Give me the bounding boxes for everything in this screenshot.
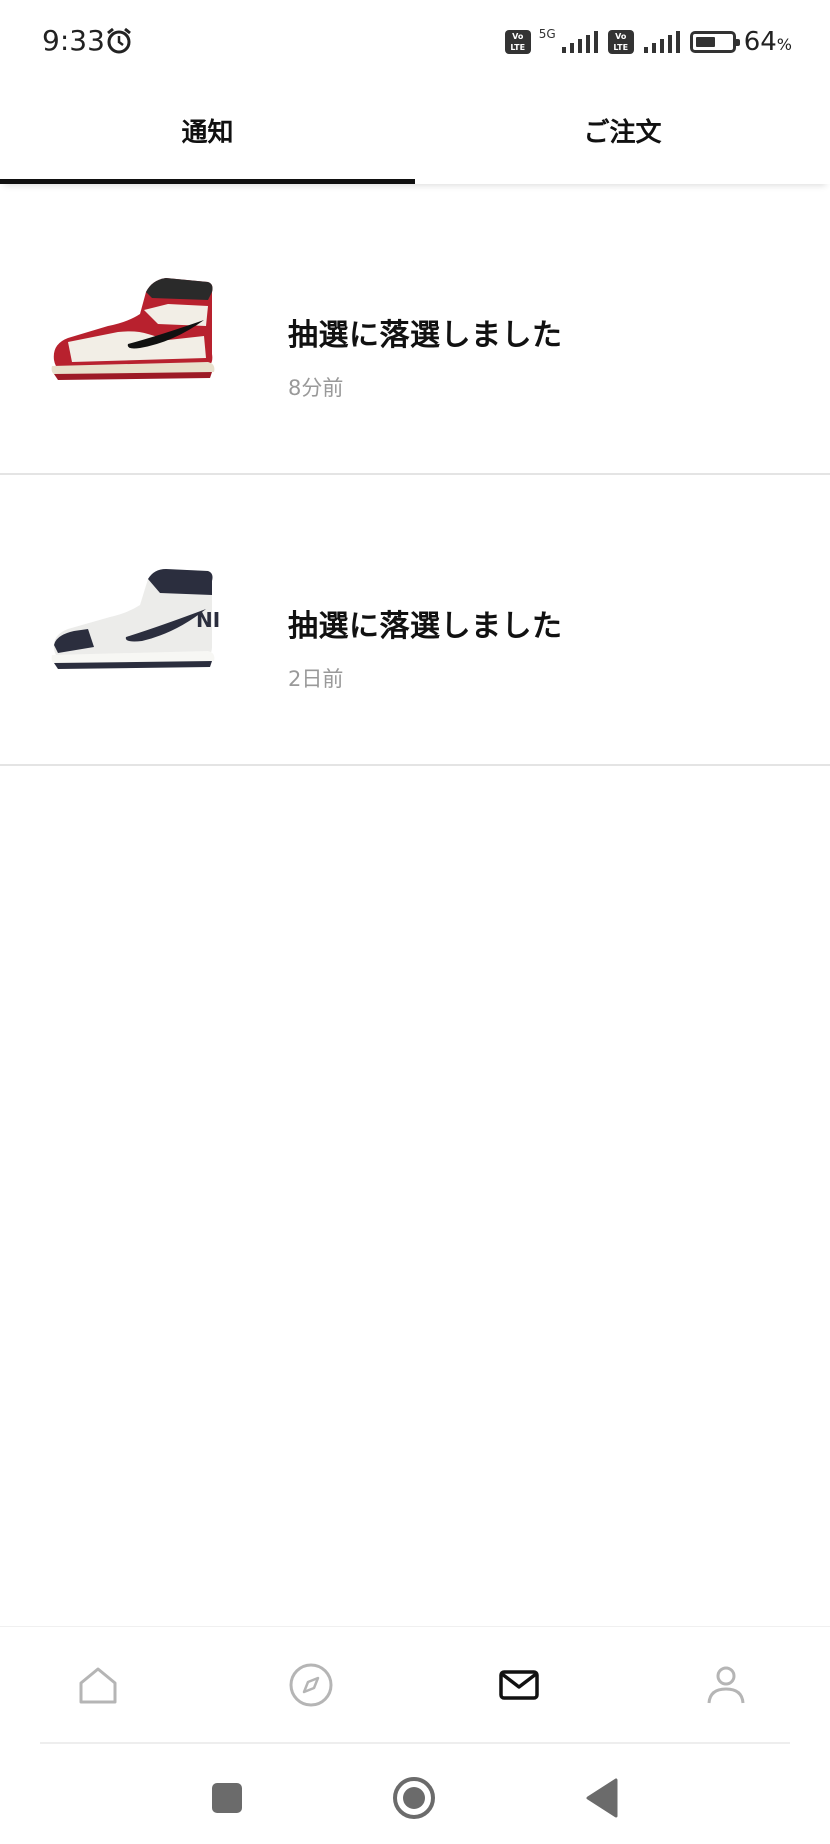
notification-time: 2日前 [288,667,344,691]
status-icons: Vo LTE 5G Vo LTE 64% [504,24,792,60]
signal-icon [561,31,598,53]
notification-title: 抽選に落選しました [288,609,563,644]
recents-icon [212,1783,242,1813]
battery-percent: 64% [743,27,792,57]
status-bar: 9:33 Vo LTE 5G Vo LTE 64% [0,0,830,84]
system-nav-bar [0,1746,830,1844]
list-item[interactable]: 抽選に落選しました 8分前 [0,184,830,475]
notification-title: 抽選に落選しました [288,318,563,353]
network-type: 5G [538,27,556,41]
notification-list: 抽選に落選しました 8分前 NI 抽選に落選しました 2日前 [0,184,830,766]
bottom-nav [0,1626,830,1745]
compass-icon [289,1663,333,1707]
volte-badge-2: Vo LTE [607,30,634,54]
nav-explore[interactable] [287,1661,335,1709]
mail-icon [499,1670,539,1700]
home-icon [79,1667,117,1704]
signal-icon-2 [643,31,680,53]
recents-button[interactable] [205,1776,249,1820]
battery-icon [689,31,740,53]
svg-text:NI: NI [196,608,220,632]
divider [40,1742,790,1744]
tab-notifications[interactable]: 通知 [0,84,415,184]
profile-icon [707,1666,745,1704]
sneaker-navy-white-icon: NI [51,569,220,669]
list-item[interactable]: NI 抽選に落選しました 2日前 [0,475,830,766]
nav-profile[interactable] [702,1661,750,1709]
status-time: 9:33 [42,24,105,57]
volte-badge: Vo LTE [504,30,531,54]
home-button[interactable] [392,1776,436,1820]
back-button[interactable] [580,1776,624,1820]
nav-inbox[interactable] [495,1661,543,1709]
tab-bar: 通知 ご注文 [0,84,830,184]
back-icon [586,1778,618,1818]
nav-home[interactable] [74,1661,122,1709]
tab-orders[interactable]: ご注文 [415,84,830,184]
home-circle-icon [393,1777,435,1819]
sneaker-red-white-icon [51,278,215,380]
alarm-icon [107,27,131,54]
notification-time: 8分前 [288,376,344,400]
